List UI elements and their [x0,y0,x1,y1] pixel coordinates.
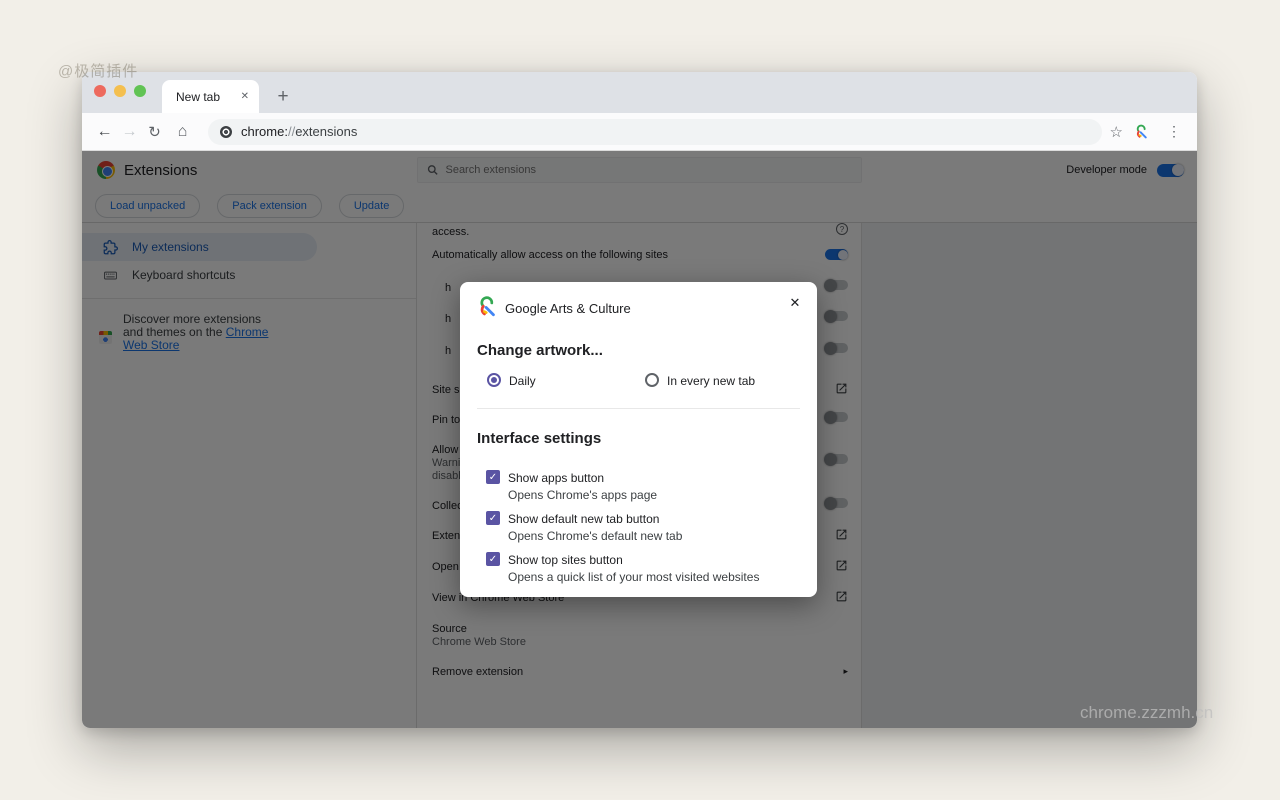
arts-culture-logo-icon [475,294,501,320]
radio-every-new-tab[interactable] [645,373,659,387]
checkbox-sublabel: Opens Chrome's apps page [508,488,657,502]
interface-settings-heading: Interface settings [477,430,601,447]
minimize-window-button[interactable] [114,85,126,97]
checkbox-label: Show apps button [508,471,604,485]
url-text: chrome://extensions [241,124,357,139]
close-icon[interactable]: ✕ [786,294,804,312]
url-scheme: chrome: [241,124,288,139]
radio-every-new-tab-label: In every new tab [667,374,755,388]
watermark-top: @极简插件 [58,60,138,81]
watermark-bottom: chrome.zzzmh.cn [1080,703,1213,723]
close-window-button[interactable] [94,85,106,97]
maximize-window-button[interactable] [134,85,146,97]
checkbox-label: Show top sites button [508,553,623,567]
radio-daily[interactable] [487,373,501,387]
artwork-options: Daily In every new tab [460,372,817,390]
tab-strip: New tab ✕ + [82,72,1197,113]
change-artwork-heading: Change artwork... [477,342,603,359]
bookmark-icon[interactable]: ☆ [1110,123,1123,141]
forward-icon[interactable]: → [117,123,142,141]
browser-menu-icon[interactable]: ⋮ [1161,123,1187,140]
tab-title: New tab [176,90,220,104]
tab-new-tab[interactable]: New tab ✕ [162,80,259,113]
checkbox-show-default-newtab[interactable]: ✓ [486,511,500,525]
dialog-divider [477,408,800,409]
url-host: extensions [295,124,357,139]
reload-icon[interactable]: ↻ [142,123,167,141]
browser-toolbar: ← → ↻ ⌂ chrome://extensions ☆ ⋮ [82,113,1197,151]
tab-close-icon[interactable]: ✕ [241,91,249,102]
checkbox-sublabel: Opens a quick list of your most visited … [508,570,759,584]
dialog-title: Google Arts & Culture [505,301,631,316]
home-icon[interactable]: ⌂ [170,123,195,141]
arts-culture-options-dialog: Google Arts & Culture ✕ Change artwork..… [460,282,817,597]
arts-culture-extension-icon[interactable] [1133,123,1151,141]
site-info-icon[interactable] [220,126,232,138]
back-icon[interactable]: ← [92,123,117,141]
address-bar[interactable]: chrome://extensions [208,119,1102,145]
checkbox-label: Show default new tab button [508,512,659,526]
new-tab-button[interactable]: + [270,84,296,110]
checkbox-sublabel: Opens Chrome's default new tab [508,529,682,543]
checkbox-show-apps[interactable]: ✓ [486,470,500,484]
checkbox-show-top-sites[interactable]: ✓ [486,552,500,566]
toolbar-right: ☆ ⋮ [1110,123,1187,141]
browser-window: New tab ✕ + ← → ↻ ⌂ chrome://extensions … [82,72,1197,728]
traffic-lights [94,85,146,97]
radio-daily-label: Daily [509,374,536,388]
